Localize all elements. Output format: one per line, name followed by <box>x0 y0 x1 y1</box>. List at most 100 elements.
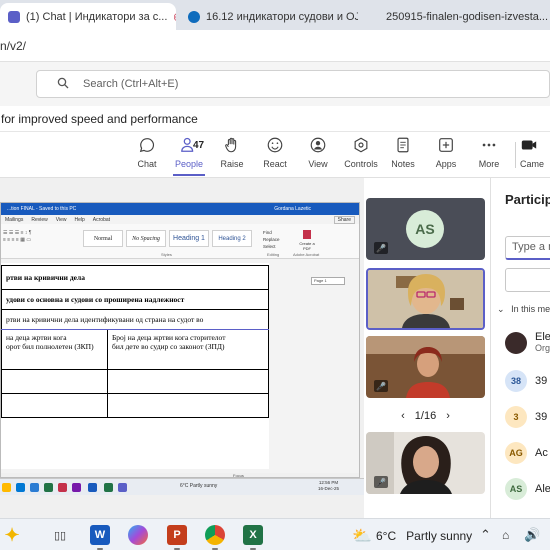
select-button[interactable]: Select <box>263 243 280 250</box>
notice-text: for improved speed and performance <box>1 111 198 126</box>
participant-row[interactable]: 38 39 <box>505 368 550 394</box>
style-no-spacing[interactable]: No Spacing <box>126 230 166 247</box>
chevron-up-icon[interactable]: ⌃ <box>480 527 491 543</box>
chat-button[interactable]: Chat <box>124 136 170 169</box>
table-cell-zkp: на деца жртви кога орот бил полнолетен (… <box>1 329 108 370</box>
notes-button[interactable]: Notes <box>380 136 426 169</box>
video-tile-participant[interactable]: 🎤 <box>366 336 485 398</box>
table-cell-empty <box>1 369 108 394</box>
mic-off-icon: 🎤 <box>374 242 388 254</box>
people-label: People <box>174 159 204 169</box>
apps-button[interactable]: Apps <box>423 136 469 169</box>
task-view-icon[interactable]: ▯▯ <box>50 525 70 545</box>
pager-label: 1/16 <box>414 410 437 422</box>
word-user-name: Gordana Lazetic <box>274 206 311 212</box>
word-ribbon: ☰ ☰ ☰ ≡ ↕ ¶ ≡ ≡ ≡ ≡ ▦ ▭ Normal No Spacing… <box>1 224 359 259</box>
more-icon <box>482 143 496 147</box>
word-tab-help[interactable]: Help <box>75 217 85 223</box>
share-invite-field[interactable] <box>505 268 550 292</box>
pdf-icon <box>303 230 311 239</box>
table-cell-empty <box>107 393 269 418</box>
mini-date: 16-Dec-25 <box>318 486 340 491</box>
table-cell-empty <box>107 369 269 394</box>
search-input[interactable]: Search (Ctrl+Alt+E) <box>36 70 550 98</box>
participant-name: 39 <box>535 375 548 387</box>
browser-tab-strip: (1) Chat | Индикатори за с... ◉ ✕ 16.12 … <box>0 0 550 30</box>
video-tile-as[interactable]: AS 🎤 <box>366 198 485 260</box>
network-icon[interactable]: ⌂ <box>502 528 509 542</box>
participant-row[interactable]: AS Ale <box>505 476 550 502</box>
meeting-toolbar: Chat 47 People Raise React View Controls… <box>0 132 550 178</box>
word-doc-title: ...tion FINAL - Saved to this PC <box>7 206 77 212</box>
table-row-identified: ртви на кривични дела идентификувани од … <box>1 309 269 330</box>
view-button[interactable]: View <box>295 136 341 169</box>
participant-row[interactable]: AG Ac <box>505 440 550 466</box>
excel-icon[interactable]: X <box>243 525 263 550</box>
raise-hand-button[interactable]: Raise <box>209 136 255 169</box>
avatar: AS <box>406 210 444 248</box>
windows-taskbar: ✦ ▯▯ W P X ⛅ 6°C Partly sunny ⌃ ⌂ 🔊 <box>0 518 550 550</box>
onenote-icon <box>72 483 81 492</box>
react-label: React <box>263 159 287 169</box>
word-tab-review[interactable]: Review <box>31 217 47 223</box>
document-area: ртви на кривични дела удови со основна и… <box>1 259 359 473</box>
weather-text[interactable]: 6°C Partly sunny <box>376 529 472 543</box>
create-pdf-button[interactable]: Create a PDF <box>299 230 315 251</box>
notes-label: Notes <box>391 159 415 169</box>
participant-row[interactable]: 3 39 <box>505 404 550 430</box>
mini-weather: 6°C Partly sunny <box>180 483 218 489</box>
volume-icon[interactable]: 🔊 <box>524 527 540 543</box>
browser-tab-report[interactable]: 250915-finalen-godisen-izvesta... <box>378 3 550 30</box>
onedrive-icon <box>188 10 200 23</box>
chrome-icon[interactable] <box>205 525 225 550</box>
address-bar[interactable]: n/v2/ <box>0 30 550 62</box>
people-button[interactable]: 47 People <box>166 136 212 176</box>
more-label: More <box>478 159 500 169</box>
copilot-sparkle-icon[interactable]: ✦ <box>2 525 22 545</box>
mic-off-icon: 🎤 <box>374 476 388 488</box>
style-heading-2[interactable]: Heading 2 <box>212 230 252 247</box>
raise-hand-icon <box>225 137 237 153</box>
find-button[interactable]: Find <box>263 229 280 236</box>
video-tile-speaker[interactable] <box>366 268 485 330</box>
camera-label: Came <box>520 159 545 169</box>
mic-off-icon: 🎤 <box>374 380 388 392</box>
url-text: n/v2/ <box>0 38 27 53</box>
chat-icon <box>139 138 155 153</box>
section-header[interactable]: ⌄ In this me <box>497 304 550 315</box>
mini-time: 12:56 PM <box>318 480 339 485</box>
participant-name: Ale <box>535 483 550 495</box>
copilot-icon[interactable] <box>128 525 148 545</box>
word-share-button[interactable]: Share <box>333 215 355 224</box>
replace-button[interactable]: Replace <box>263 236 280 243</box>
chevron-right-icon[interactable]: › <box>446 410 450 422</box>
style-heading-1[interactable]: Heading 1 <box>169 230 209 247</box>
video-tile-participant[interactable]: 🎤 <box>366 432 485 494</box>
word-tab-acrobat[interactable]: Acrobat <box>93 217 110 223</box>
view-label: View <box>308 159 328 169</box>
style-normal[interactable]: Normal <box>83 230 123 247</box>
document-page[interactable]: ртви на кривични дела удови со основна и… <box>1 263 269 469</box>
controls-button[interactable]: Controls <box>338 136 384 169</box>
browser-tab-indicators[interactable]: 16.12 индикатори судови и ОЈ... ✕ <box>180 3 358 30</box>
browser-tab-chat[interactable]: (1) Chat | Индикатори за с... ◉ ✕ <box>0 3 176 30</box>
chevron-left-icon[interactable]: ‹ <box>401 410 405 422</box>
record-icon: ◉ <box>173 10 176 23</box>
participant-role: Org <box>535 343 550 353</box>
edge-icon <box>16 483 25 492</box>
participant-row[interactable]: Ele Org <box>505 330 550 356</box>
notes-icon <box>397 137 409 153</box>
react-button[interactable]: React <box>252 136 298 169</box>
participant-search-input[interactable]: Type a n <box>505 236 550 260</box>
more-button[interactable]: More <box>466 136 512 169</box>
table-row-courts: удови со основна и судови со проширена н… <box>1 289 269 310</box>
tab-label: 16.12 индикатори судови и ОЈ... <box>206 10 358 23</box>
page-indicator: Page 1 <box>311 277 345 285</box>
word-tab-mailings[interactable]: Mailings <box>5 217 23 223</box>
word-icon[interactable]: W <box>90 525 110 550</box>
chat-label: Chat <box>137 159 157 169</box>
word-tab-view[interactable]: View <box>56 217 67 223</box>
apps-icon <box>439 138 453 152</box>
powerpoint-icon[interactable]: P <box>167 525 187 550</box>
camera-button[interactable]: Came <box>520 136 550 169</box>
